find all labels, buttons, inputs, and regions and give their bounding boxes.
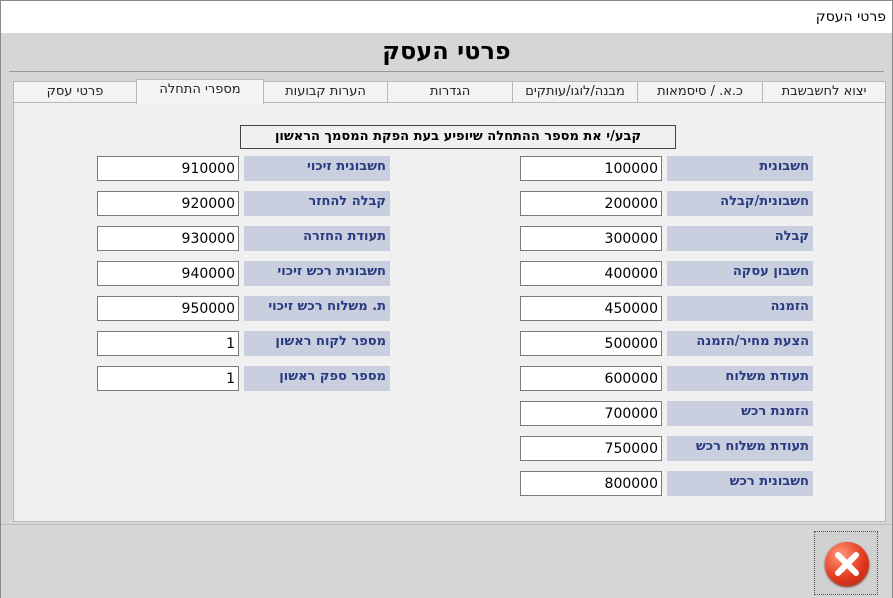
close-button[interactable] <box>814 531 878 595</box>
footer-bar <box>1 524 892 598</box>
field-label: חשבונית רכש <box>667 471 813 496</box>
purchase-delivery-note-start-input[interactable] <box>520 436 662 461</box>
close-icon <box>835 552 859 576</box>
header-divider <box>9 71 884 72</box>
receipt-start-input[interactable] <box>520 226 662 251</box>
purchase-credit-invoice-start-input[interactable] <box>97 261 239 286</box>
field-label: תעודת החזרה <box>244 226 390 251</box>
field-label: חשבון עסקה <box>667 261 813 286</box>
app-window: פרטי העסק פרטי העסק יצוא לחשבשבת כ.א. / … <box>0 0 893 598</box>
field-label: חשבונית זיכוי <box>244 156 390 181</box>
field-label: תעודת משלוח <box>667 366 813 391</box>
field-label: קבלה להחזר <box>244 191 390 216</box>
invoice-start-input[interactable] <box>520 156 662 181</box>
field-label: הצעת מחיר/הזמנה <box>667 331 813 356</box>
tab-bar: יצוא לחשבשבת כ.א. / סיסמאות מבנה/לוגו/עו… <box>13 79 886 104</box>
tab-structure-logo-copies[interactable]: מבנה/לוגו/עותקים <box>512 81 638 103</box>
tab-starting-numbers[interactable]: מספרי התחלה <box>136 79 264 104</box>
field-label: הזמנה <box>667 296 813 321</box>
tab-export-hashavshevet[interactable]: יצוא לחשבשבת <box>762 81 886 103</box>
order-start-input[interactable] <box>520 296 662 321</box>
transaction-account-start-input[interactable] <box>520 261 662 286</box>
field-label: מספר לקוח ראשון <box>244 331 390 356</box>
credit-invoice-start-input[interactable] <box>97 156 239 181</box>
purchase-invoice-start-input[interactable] <box>520 471 662 496</box>
tab-fixed-notes[interactable]: הערות קבועות <box>263 81 388 103</box>
field-label: מספר ספק ראשון <box>244 366 390 391</box>
instruction-text: קבע/י את מספר ההתחלה שיופיע בעת הפקת המס… <box>240 125 676 149</box>
title-bar: פרטי העסק <box>1 1 892 33</box>
field-label: קבלה <box>667 226 813 251</box>
first-supplier-number-input[interactable] <box>97 366 239 391</box>
invoice-receipt-start-input[interactable] <box>520 191 662 216</box>
tab-business-details[interactable]: פרטי עסק <box>13 81 137 103</box>
field-label: הזמנת רכש <box>667 401 813 426</box>
purchase-order-start-input[interactable] <box>520 401 662 426</box>
field-label: חשבונית/קבלה <box>667 191 813 216</box>
return-note-start-input[interactable] <box>97 226 239 251</box>
delivery-note-start-input[interactable] <box>520 366 662 391</box>
quote-order-start-input[interactable] <box>520 331 662 356</box>
field-label: חשבונית רכש זיכוי <box>244 261 390 286</box>
tab-users-passwords[interactable]: כ.א. / סיסמאות <box>637 81 763 103</box>
purchase-credit-delivery-start-input[interactable] <box>97 296 239 321</box>
field-label: חשבונית <box>667 156 813 181</box>
page-title: פרטי העסק <box>382 37 511 65</box>
field-label: ת. משלוח רכש זיכוי <box>244 296 390 321</box>
window-title: פרטי העסק <box>815 9 886 25</box>
first-customer-number-input[interactable] <box>97 331 239 356</box>
field-label: תעודת משלוח רכש <box>667 436 813 461</box>
tab-settings[interactable]: הגדרות <box>387 81 513 103</box>
refund-receipt-start-input[interactable] <box>97 191 239 216</box>
